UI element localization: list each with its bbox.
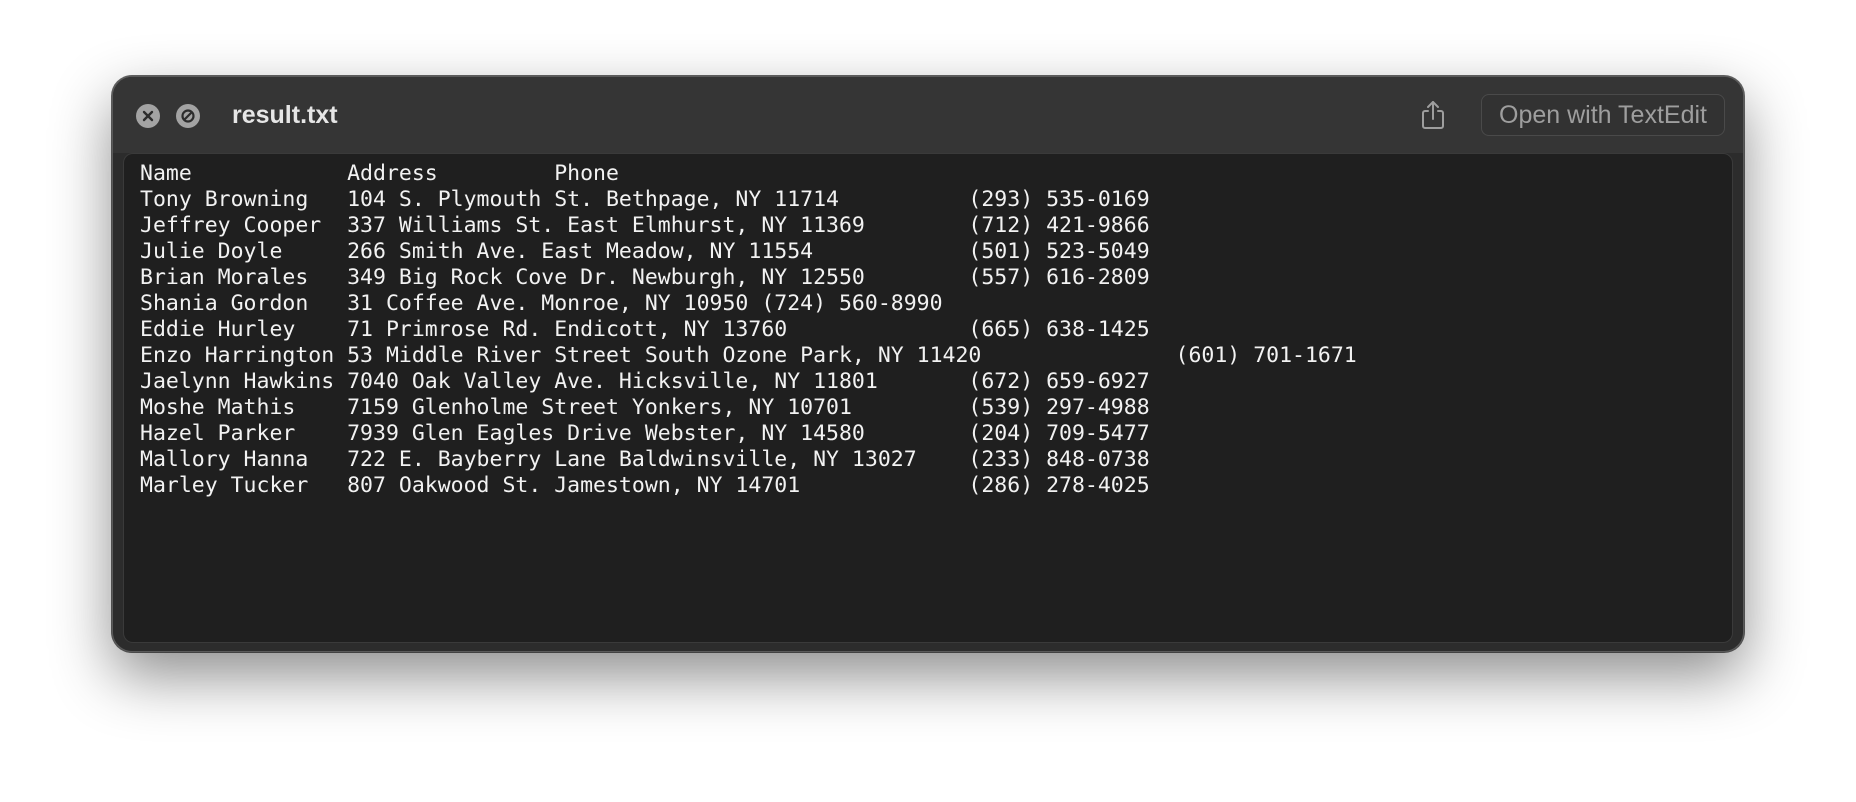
- text-line: Name Address Phone: [140, 161, 619, 186]
- text-line: Tony Browning 104 S. Plymouth St. Bethpa…: [140, 187, 1150, 212]
- text-line: Hazel Parker 7939 Glen Eagles Drive Webs…: [140, 421, 1150, 446]
- text-line: Eddie Hurley 71 Primrose Rd. Endicott, N…: [140, 317, 1150, 342]
- text-line: Marley Tucker 807 Oakwood St. Jamestown,…: [140, 473, 1150, 498]
- share-icon: [1422, 101, 1444, 129]
- window-title: result.txt: [232, 101, 338, 129]
- stop-icon: [181, 109, 195, 123]
- file-preview: Name Address Phone Tony Browning 104 S. P…: [123, 153, 1733, 643]
- text-line: Enzo Harrington 53 Middle River Street S…: [140, 343, 1357, 368]
- text-line: Shania Gordon 31 Coffee Ave. Monroe, NY …: [140, 291, 943, 316]
- stop-button[interactable]: [176, 104, 200, 128]
- text-line: Julie Doyle 266 Smith Ave. East Meadow, …: [140, 239, 1150, 264]
- text-line: Brian Morales 349 Big Rock Cove Dr. Newb…: [140, 265, 1150, 290]
- quicklook-window: result.txt Open with TextEdit Name Addre…: [112, 76, 1744, 652]
- text-line: Jaelynn Hawkins 7040 Oak Valley Ave. Hic…: [140, 369, 1150, 394]
- text-line: Jeffrey Cooper 337 Williams St. East Elm…: [140, 213, 1150, 238]
- text-line: Mallory Hanna 722 E. Bayberry Lane Baldw…: [140, 447, 1150, 472]
- file-text: Name Address Phone Tony Browning 104 S. P…: [140, 161, 1357, 499]
- share-button[interactable]: [1415, 97, 1451, 133]
- open-with-textedit-button[interactable]: Open with TextEdit: [1481, 94, 1725, 136]
- title-bar: result.txt Open with TextEdit: [113, 77, 1743, 153]
- close-icon: [142, 110, 154, 122]
- text-line: Moshe Mathis 7159 Glenholme Street Yonke…: [140, 395, 1150, 420]
- close-button[interactable]: [136, 104, 160, 128]
